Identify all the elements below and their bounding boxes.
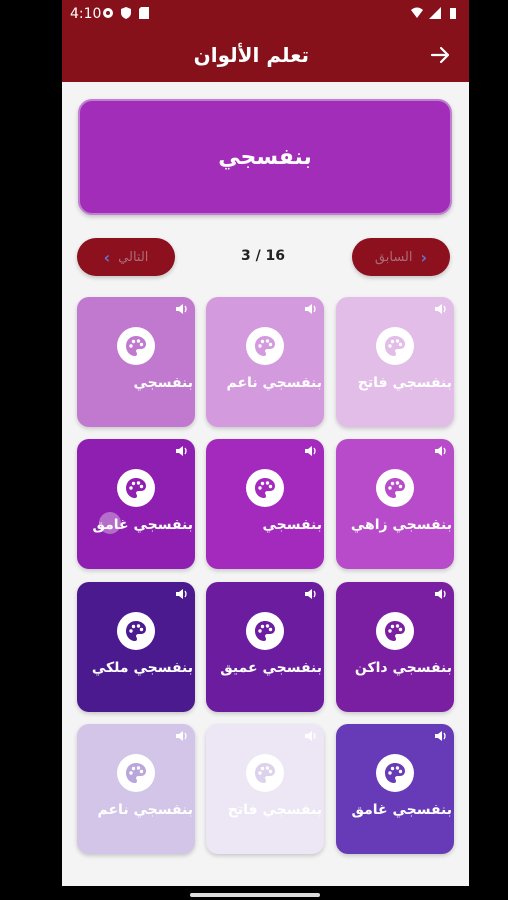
palette-icon bbox=[246, 612, 284, 650]
color-card[interactable]: بنفسجي غامق bbox=[77, 439, 195, 569]
palette-icon bbox=[376, 754, 414, 792]
previous-button[interactable]: السابق › bbox=[352, 238, 450, 276]
color-card-label: بنفسجي عميق bbox=[220, 660, 322, 676]
home-indicator[interactable] bbox=[190, 893, 320, 897]
speaker-icon[interactable] bbox=[175, 303, 189, 315]
speaker-icon[interactable] bbox=[304, 588, 318, 600]
battery-icon bbox=[450, 8, 456, 19]
palette-icon bbox=[376, 327, 414, 365]
speaker-icon[interactable] bbox=[434, 303, 448, 315]
speaker-icon[interactable] bbox=[304, 445, 318, 457]
color-card-label: بنفسجي bbox=[133, 375, 193, 391]
next-button[interactable]: ‹ التالي bbox=[77, 238, 175, 276]
color-card[interactable]: بنفسجي bbox=[206, 439, 324, 569]
color-card[interactable]: بنفسجي فاتح bbox=[206, 724, 324, 854]
current-color-name: بنفسجي bbox=[218, 144, 312, 170]
color-card[interactable]: بنفسجي داكن bbox=[336, 582, 454, 712]
color-card-label: بنفسجي bbox=[262, 517, 322, 533]
color-card-label: بنفسجي فاتح bbox=[357, 375, 452, 391]
arrow-right-icon[interactable] bbox=[427, 42, 453, 68]
color-card[interactable]: بنفسجي ملكي bbox=[77, 582, 195, 712]
chevron-left-icon: ‹ bbox=[103, 247, 111, 267]
speaker-icon[interactable] bbox=[175, 588, 189, 600]
palette-icon bbox=[246, 327, 284, 365]
palette-icon bbox=[376, 612, 414, 650]
speaker-icon[interactable] bbox=[175, 445, 189, 457]
signal-icon bbox=[429, 7, 441, 19]
color-card[interactable]: بنفسجي غامق bbox=[336, 724, 454, 854]
palette-icon bbox=[117, 754, 155, 792]
sd-card-icon bbox=[139, 7, 149, 19]
speaker-icon[interactable] bbox=[434, 588, 448, 600]
color-card-label: بنفسجي زاهي bbox=[350, 517, 452, 533]
wifi-icon bbox=[411, 7, 423, 18]
palette-icon bbox=[117, 469, 155, 507]
speaker-icon[interactable] bbox=[175, 730, 189, 742]
status-time: 4:10 bbox=[70, 6, 102, 22]
palette-icon bbox=[376, 469, 414, 507]
speaker-icon[interactable] bbox=[304, 303, 318, 315]
color-card[interactable]: بنفسجي ناعم bbox=[206, 297, 324, 427]
palette-icon bbox=[246, 469, 284, 507]
color-card-label: بنفسجي فاتح bbox=[227, 802, 322, 818]
color-card[interactable]: بنفسجي زاهي bbox=[336, 439, 454, 569]
color-card-label: بنفسجي ناعم bbox=[97, 802, 193, 818]
palette-icon bbox=[117, 327, 155, 365]
previous-label: السابق bbox=[374, 249, 413, 265]
next-label: التالي bbox=[118, 249, 149, 265]
gear-icon bbox=[103, 8, 113, 18]
touch-indicator bbox=[99, 512, 121, 534]
palette-icon bbox=[246, 754, 284, 792]
speaker-icon[interactable] bbox=[304, 730, 318, 742]
color-card-label: بنفسجي داكن bbox=[354, 660, 452, 676]
chevron-right-icon: › bbox=[420, 247, 428, 267]
color-card[interactable]: بنفسجي bbox=[77, 297, 195, 427]
color-card[interactable]: بنفسجي فاتح bbox=[336, 297, 454, 427]
color-card-label: بنفسجي ناعم bbox=[226, 375, 322, 391]
page-title: تعلم الألوان bbox=[193, 43, 309, 67]
color-card[interactable]: بنفسجي ناعم bbox=[77, 724, 195, 854]
color-card[interactable]: بنفسجي عميق bbox=[206, 582, 324, 712]
color-card-label: بنفسجي غامق bbox=[351, 802, 452, 818]
speaker-icon[interactable] bbox=[434, 730, 448, 742]
app-bar: تعلم الألوان bbox=[62, 30, 469, 82]
status-bar: 4:10 bbox=[62, 0, 469, 30]
speaker-icon[interactable] bbox=[434, 445, 448, 457]
palette-icon bbox=[117, 612, 155, 650]
shield-icon bbox=[121, 7, 131, 19]
page-counter: 3 / 16 bbox=[240, 248, 286, 264]
color-card-label: بنفسجي ملكي bbox=[91, 660, 193, 676]
current-color-banner: بنفسجي bbox=[78, 99, 452, 215]
